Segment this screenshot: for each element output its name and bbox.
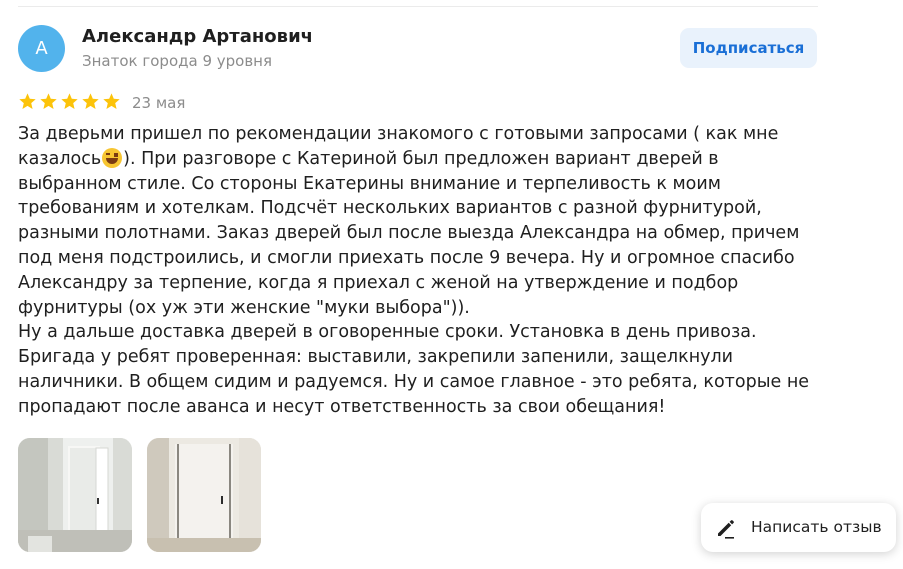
avatar-letter: А	[35, 38, 48, 59]
review-card: А Александр Артанович Знаток города 9 ур…	[0, 0, 903, 569]
pencil-icon	[718, 520, 734, 539]
review-text-line: выбранном стиле. Со стороны Екатерины вн…	[18, 173, 721, 194]
review-date: 23 мая	[132, 94, 186, 112]
review-text-line: За дверьми пришел по рекомендации знаком…	[18, 124, 779, 144]
review-text-line: Александру за терпение, когда я приехал …	[18, 272, 739, 293]
star-icon	[40, 93, 57, 109]
laughing-emoji-icon	[102, 147, 123, 168]
write-review-label: Написать отзыв	[751, 518, 882, 536]
review-text-line: разными полотнами. Заказ дверей был посл…	[18, 223, 800, 244]
review-text-line: пропадают после аванса и несут ответстве…	[18, 396, 666, 417]
review-text-line: Бригада у ребят проверенная: выставили, …	[18, 347, 734, 368]
rating-stars	[18, 92, 121, 111]
review-text-fragment: казалось	[18, 148, 102, 169]
author-level: Знаток города 9 уровня	[82, 52, 273, 70]
review-text: За дверьми пришел по рекомендации знаком…	[18, 122, 818, 420]
star-icon	[19, 93, 36, 109]
review-text-line: наличники. В общем сидим и радуемся. Ну …	[18, 371, 810, 392]
review-photo-door-closed[interactable]	[147, 438, 261, 552]
subscribe-button[interactable]: Подписаться	[680, 28, 817, 68]
subscribe-label: Подписаться	[692, 39, 805, 57]
review-text-line: под меня подстроились, и смогли приехать…	[18, 247, 795, 268]
review-text-line: требованиям и хотелкам. Подсчёт нескольк…	[18, 198, 762, 219]
star-icon	[103, 93, 120, 109]
review-text-line: фурнитуры (ох уж эти женские "муки выбор…	[18, 297, 470, 318]
write-review-button[interactable]: Написать отзыв	[701, 503, 896, 552]
review-photo-door-open[interactable]	[18, 438, 132, 552]
author-name[interactable]: Александр Артанович	[82, 26, 313, 47]
star-icon	[61, 93, 78, 109]
door-photo-icon	[18, 438, 132, 552]
review-text-line: казалось ). При разговоре с Катериной был…	[18, 147, 818, 172]
divider	[18, 6, 818, 7]
star-icon	[82, 93, 99, 109]
door-photo-icon	[147, 438, 261, 552]
review-text-fragment: ). При разговоре с Катериной был предлож…	[123, 148, 719, 169]
avatar[interactable]: А	[18, 25, 65, 72]
review-text-line: Ну а дальше доставка дверей в оговоренны…	[18, 322, 757, 343]
